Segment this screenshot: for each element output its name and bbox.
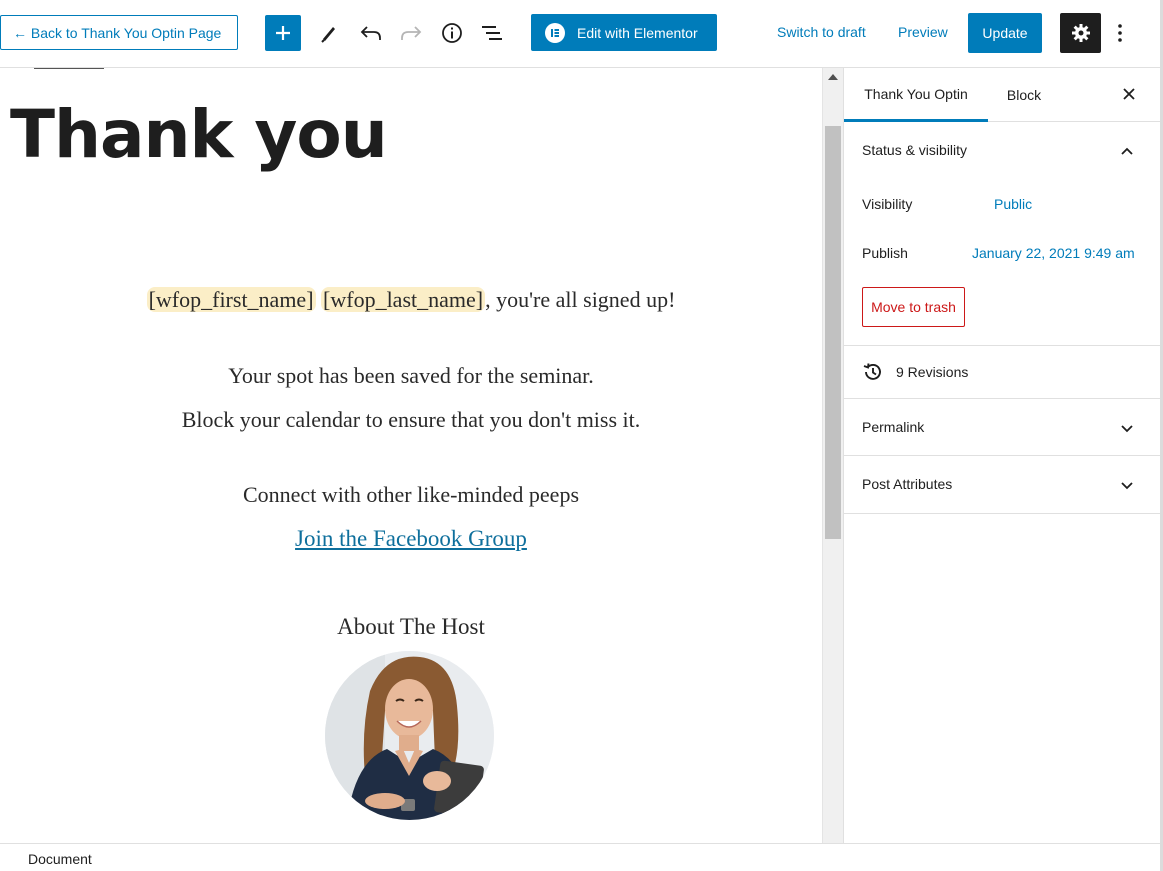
visibility-label: Visibility — [862, 196, 913, 212]
chevron-up-icon — [1121, 147, 1133, 155]
more-vertical-icon — [1118, 24, 1122, 42]
list-view-icon — [482, 26, 502, 40]
redo-button[interactable] — [396, 18, 426, 48]
spot-saved-paragraph[interactable]: Your spot has been saved for the seminar… — [0, 363, 822, 389]
elementor-icon — [545, 22, 565, 43]
tools-button[interactable] — [314, 18, 344, 48]
editor-toolbar: ← Back to Thank You Optin Page Edit with… — [0, 0, 1163, 68]
post-attributes-heading: Post Attributes — [862, 476, 953, 492]
breadcrumb-document[interactable]: Document — [28, 851, 92, 867]
preview-button[interactable]: Preview — [898, 24, 948, 40]
details-button[interactable] — [437, 18, 467, 48]
signup-suffix: , you're all signed up! — [485, 287, 676, 312]
scroll-up-arrow-icon[interactable] — [828, 74, 838, 80]
visibility-value[interactable]: Public — [994, 196, 1032, 212]
first-name-shortcode: [wfop_first_name] — [146, 287, 316, 312]
publish-date-value[interactable]: January 22, 2021 9:49 am — [972, 245, 1135, 261]
history-icon — [863, 363, 881, 380]
revisions-link[interactable]: 9 Revisions — [862, 361, 968, 383]
editor-canvas[interactable]: Thank you [wfop_first_name] [wfop_last_n… — [0, 68, 822, 843]
connect-paragraph[interactable]: Connect with other like-minded peeps — [0, 482, 822, 508]
partial-underline — [34, 68, 104, 69]
publish-label: Publish — [862, 245, 908, 261]
facebook-group-link[interactable]: Join the Facebook Group — [0, 526, 822, 552]
elementor-button-label: Edit with Elementor — [577, 24, 698, 41]
undo-icon — [360, 26, 381, 40]
sidebar-tabs: Thank You Optin Block — [844, 68, 1161, 122]
info-icon — [442, 23, 462, 43]
calendar-paragraph[interactable]: Block your calendar to ensure that you d… — [0, 407, 822, 433]
revisions-label: 9 Revisions — [896, 364, 969, 380]
list-view-button[interactable] — [477, 18, 507, 48]
back-to-page-button[interactable]: ← Back to Thank You Optin Page — [0, 15, 238, 50]
update-button[interactable]: Update — [968, 13, 1042, 53]
redo-icon — [401, 26, 422, 40]
settings-button[interactable] — [1060, 13, 1101, 53]
about-host-heading[interactable]: About The Host — [0, 614, 822, 640]
divider — [844, 513, 1161, 514]
options-button[interactable] — [1110, 18, 1130, 48]
status-visibility-panel-toggle[interactable]: Status & visibility — [844, 142, 1161, 162]
chevron-down-icon — [1121, 482, 1133, 490]
permalink-heading: Permalink — [862, 419, 925, 435]
close-sidebar-button[interactable] — [1117, 82, 1141, 106]
tab-document[interactable]: Thank You Optin — [844, 68, 988, 122]
gear-icon — [1071, 24, 1090, 42]
post-attributes-panel-toggle[interactable]: Post Attributes — [844, 476, 1161, 496]
divider — [844, 398, 1161, 399]
last-name-shortcode: [wfop_last_name] — [321, 287, 486, 312]
settings-sidebar: Thank You Optin Block Status & visibilit… — [843, 68, 1161, 843]
pencil-icon — [321, 27, 335, 43]
move-to-trash-button[interactable]: Move to trash — [862, 287, 965, 327]
add-block-button[interactable] — [265, 15, 301, 51]
plus-icon — [276, 26, 290, 40]
block-breadcrumb-bar: Document — [0, 843, 1160, 871]
signup-paragraph[interactable]: [wfop_first_name] [wfop_last_name], you'… — [0, 287, 822, 313]
host-avatar[interactable] — [325, 651, 494, 820]
status-visibility-heading: Status & visibility — [862, 142, 968, 158]
post-title[interactable]: Thank you — [10, 96, 388, 173]
tab-block[interactable]: Block — [988, 68, 1060, 122]
divider — [844, 455, 1161, 456]
chevron-down-icon — [1121, 425, 1133, 433]
switch-to-draft-button[interactable]: Switch to draft — [777, 24, 866, 40]
undo-button[interactable] — [356, 18, 386, 48]
divider — [844, 345, 1161, 346]
editor-scrollbar[interactable] — [822, 68, 843, 843]
edit-with-elementor-button[interactable]: Edit with Elementor — [531, 14, 717, 51]
permalink-panel-toggle[interactable]: Permalink — [844, 419, 1161, 439]
close-icon — [1123, 88, 1135, 100]
scrollbar-thumb[interactable] — [825, 126, 841, 539]
